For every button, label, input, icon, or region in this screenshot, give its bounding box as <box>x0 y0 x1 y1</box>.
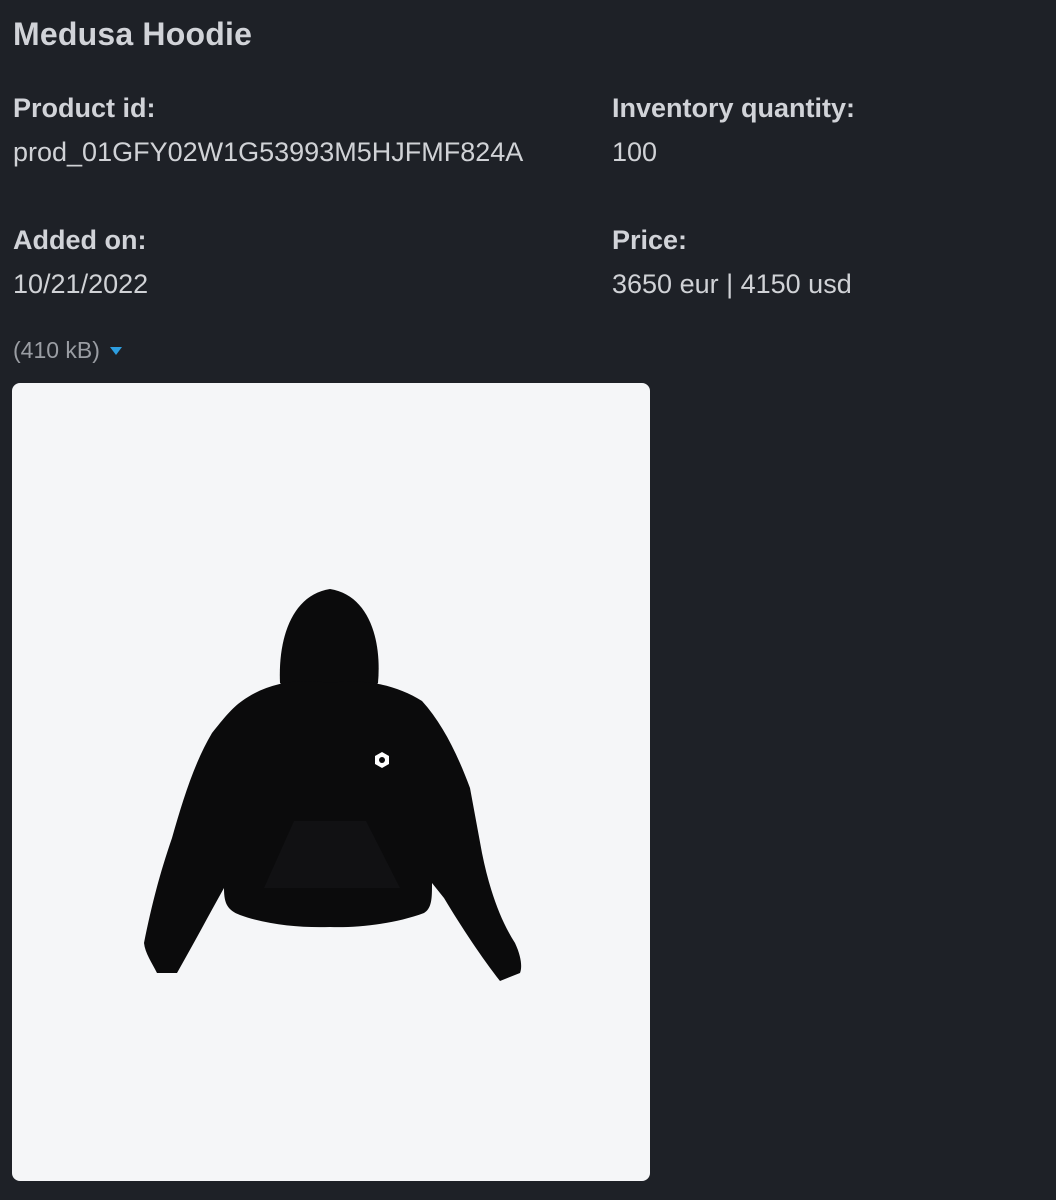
caret-down-icon[interactable] <box>109 346 122 355</box>
price-label: Price: <box>612 225 688 255</box>
inventory-field: Inventory quantity: 100 <box>612 86 1012 174</box>
added-on-field: Added on: 10/21/2022 <box>13 218 583 306</box>
inventory-label: Inventory quantity: <box>612 93 856 123</box>
file-size: (410 kB) <box>13 337 100 363</box>
hoodie-image <box>144 589 522 981</box>
product-id-field: Product id: prod_01GFY02W1G53993M5HJFMF8… <box>13 86 583 174</box>
added-on-value: 10/21/2022 <box>13 269 149 299</box>
product-image[interactable] <box>12 383 650 1181</box>
product-id-value: prod_01GFY02W1G53993M5HJFMF824A <box>13 137 524 167</box>
price-value: 3650 eur | 4150 usd <box>612 269 852 299</box>
inventory-value: 100 <box>612 137 658 167</box>
price-field: Price: 3650 eur | 4150 usd <box>612 218 1032 306</box>
product-title: Medusa Hoodie <box>13 16 253 52</box>
added-on-label: Added on: <box>13 225 147 255</box>
product-id-label: Product id: <box>13 93 156 123</box>
attachment-toggle[interactable]: (410 kB) <box>13 337 122 364</box>
